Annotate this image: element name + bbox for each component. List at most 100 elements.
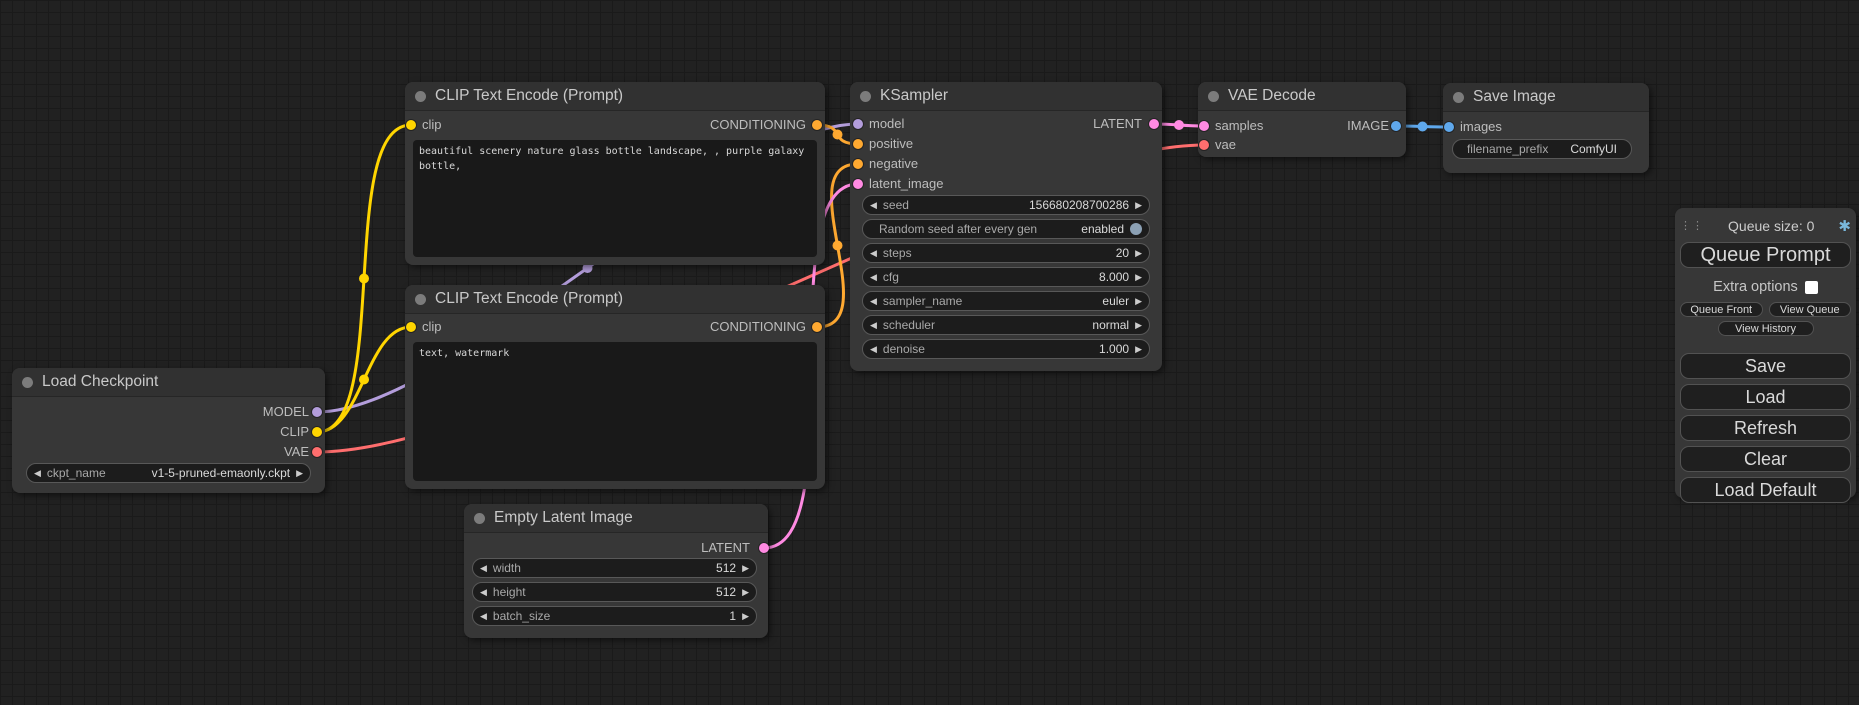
output-slot-conditioning[interactable] xyxy=(812,120,822,130)
output-slot-latent[interactable] xyxy=(759,543,769,553)
link-midpoint-dot xyxy=(833,241,843,251)
filename-prefix-widget[interactable]: filename_prefix ComfyUI xyxy=(1452,139,1632,159)
gear-icon[interactable]: ✱ xyxy=(1838,219,1851,234)
increment-arrow-icon[interactable]: ▶ xyxy=(1135,273,1142,282)
collapse-dot-icon[interactable] xyxy=(860,91,871,102)
input-slot-clip[interactable] xyxy=(406,120,416,130)
decrement-arrow-icon[interactable]: ◀ xyxy=(870,249,877,258)
widget-value: 8.000 xyxy=(1099,270,1129,284)
output-slot-vae[interactable] xyxy=(312,447,322,457)
toggle-circle-icon[interactable] xyxy=(1130,223,1142,235)
clear-button[interactable]: Clear xyxy=(1680,446,1851,472)
output-slot-image[interactable] xyxy=(1391,121,1401,131)
height-widget[interactable]: ◀ height 512 ▶ xyxy=(472,582,757,602)
refresh-button[interactable]: Refresh xyxy=(1680,415,1851,441)
view-history-button[interactable]: View History xyxy=(1718,321,1814,336)
node-clip-text-encode-negative[interactable]: CLIP Text Encode (Prompt) clip CONDITION… xyxy=(405,285,825,489)
input-label-clip: clip xyxy=(422,117,442,133)
input-slot-model[interactable] xyxy=(853,119,863,129)
decrement-arrow-icon[interactable]: ◀ xyxy=(480,612,487,621)
steps-widget[interactable]: ◀ steps 20 ▶ xyxy=(862,243,1150,263)
node-title: VAE Decode xyxy=(1228,87,1316,105)
input-label-model: model xyxy=(869,116,904,132)
input-slot-negative[interactable] xyxy=(853,159,863,169)
collapse-dot-icon[interactable] xyxy=(1453,92,1464,103)
output-slot-clip[interactable] xyxy=(312,427,322,437)
input-slot-clip[interactable] xyxy=(406,322,416,332)
width-widget[interactable]: ◀ width 512 ▶ xyxy=(472,558,757,578)
prompt-textarea[interactable]: text, watermark xyxy=(413,342,817,481)
increment-arrow-icon[interactable]: ▶ xyxy=(742,612,749,621)
node-header: KSampler xyxy=(850,82,1162,111)
queue-front-button[interactable]: Queue Front xyxy=(1680,302,1763,317)
node-empty-latent-image[interactable]: Empty Latent Image LATENT ◀ width 512 ▶ … xyxy=(464,504,768,638)
node-clip-text-encode-positive[interactable]: CLIP Text Encode (Prompt) clip CONDITION… xyxy=(405,82,825,265)
queue-prompt-button[interactable]: Queue Prompt xyxy=(1680,242,1851,268)
queue-size-label: Queue size: 0 xyxy=(1704,218,1838,234)
collapse-dot-icon[interactable] xyxy=(415,91,426,102)
decrement-arrow-icon[interactable]: ◀ xyxy=(34,469,41,478)
decrement-arrow-icon[interactable]: ◀ xyxy=(480,588,487,597)
increment-arrow-icon[interactable]: ▶ xyxy=(742,564,749,573)
drag-handle-icon[interactable]: ⋮⋮ xyxy=(1680,221,1704,232)
collapse-dot-icon[interactable] xyxy=(415,294,426,305)
load-button[interactable]: Load xyxy=(1680,384,1851,410)
link-midpoint-dot xyxy=(1418,122,1428,132)
node-load-checkpoint[interactable]: Load Checkpoint MODEL CLIP VAE ◀ ckpt_na… xyxy=(12,368,325,493)
node-graph-canvas[interactable]: Load Checkpoint MODEL CLIP VAE ◀ ckpt_na… xyxy=(0,0,1859,705)
input-slot-positive[interactable] xyxy=(853,139,863,149)
increment-arrow-icon[interactable]: ▶ xyxy=(742,588,749,597)
input-slot-latent-image[interactable] xyxy=(853,179,863,189)
denoise-widget[interactable]: ◀ denoise 1.000 ▶ xyxy=(862,339,1150,359)
node-title: KSampler xyxy=(880,87,948,105)
cfg-widget[interactable]: ◀ cfg 8.000 ▶ xyxy=(862,267,1150,287)
increment-arrow-icon[interactable]: ▶ xyxy=(1135,297,1142,306)
widget-label: batch_size xyxy=(493,609,550,623)
input-slot-vae[interactable] xyxy=(1199,140,1209,150)
random-seed-toggle-widget[interactable]: Random seed after every gen enabled xyxy=(862,219,1150,239)
input-label-latent-image: latent_image xyxy=(869,176,943,192)
seed-widget[interactable]: ◀ seed 156680208700286 ▶ xyxy=(862,195,1150,215)
decrement-arrow-icon[interactable]: ◀ xyxy=(870,273,877,282)
collapse-dot-icon[interactable] xyxy=(22,377,33,388)
input-label-positive: positive xyxy=(869,136,913,152)
decrement-arrow-icon[interactable]: ◀ xyxy=(870,345,877,354)
decrement-arrow-icon[interactable]: ◀ xyxy=(870,321,877,330)
collapse-dot-icon[interactable] xyxy=(1208,91,1219,102)
widget-value: 156680208700286 xyxy=(1029,198,1129,212)
link-midpoint-dot xyxy=(359,274,369,284)
increment-arrow-icon[interactable]: ▶ xyxy=(296,469,303,478)
input-label-images: images xyxy=(1460,119,1502,135)
decrement-arrow-icon[interactable]: ◀ xyxy=(870,201,877,210)
decrement-arrow-icon[interactable]: ◀ xyxy=(480,564,487,573)
widget-label: cfg xyxy=(883,270,899,284)
increment-arrow-icon[interactable]: ▶ xyxy=(1135,201,1142,210)
output-slot-latent[interactable] xyxy=(1149,119,1159,129)
node-header: CLIP Text Encode (Prompt) xyxy=(405,285,825,314)
collapse-dot-icon[interactable] xyxy=(474,513,485,524)
input-slot-images[interactable] xyxy=(1444,122,1454,132)
ckpt-name-widget[interactable]: ◀ ckpt_name v1-5-pruned-emaonly.ckpt ▶ xyxy=(26,463,311,483)
node-header: VAE Decode xyxy=(1198,82,1406,111)
node-save-image[interactable]: Save Image images filename_prefix ComfyU… xyxy=(1443,83,1649,173)
sampler-name-widget[interactable]: ◀ sampler_name euler ▶ xyxy=(862,291,1150,311)
widget-label: ckpt_name xyxy=(47,466,106,480)
increment-arrow-icon[interactable]: ▶ xyxy=(1135,249,1142,258)
scheduler-widget[interactable]: ◀ scheduler normal ▶ xyxy=(862,315,1150,335)
input-slot-samples[interactable] xyxy=(1199,121,1209,131)
prompt-textarea[interactable]: beautiful scenery nature glass bottle la… xyxy=(413,140,817,257)
extra-options-checkbox[interactable] xyxy=(1805,281,1818,294)
load-default-button[interactable]: Load Default xyxy=(1680,477,1851,503)
output-slot-conditioning[interactable] xyxy=(812,322,822,332)
increment-arrow-icon[interactable]: ▶ xyxy=(1135,345,1142,354)
batch-size-widget[interactable]: ◀ batch_size 1 ▶ xyxy=(472,606,757,626)
view-queue-button[interactable]: View Queue xyxy=(1769,302,1852,317)
widget-value: 20 xyxy=(1116,246,1129,260)
node-ksampler[interactable]: KSampler model positive negative latent_… xyxy=(850,82,1162,371)
save-button[interactable]: Save xyxy=(1680,353,1851,379)
decrement-arrow-icon[interactable]: ◀ xyxy=(870,297,877,306)
output-slot-model[interactable] xyxy=(312,407,322,417)
node-vae-decode[interactable]: VAE Decode samples vae IMAGE xyxy=(1198,82,1406,157)
widget-label: seed xyxy=(883,198,909,212)
increment-arrow-icon[interactable]: ▶ xyxy=(1135,321,1142,330)
